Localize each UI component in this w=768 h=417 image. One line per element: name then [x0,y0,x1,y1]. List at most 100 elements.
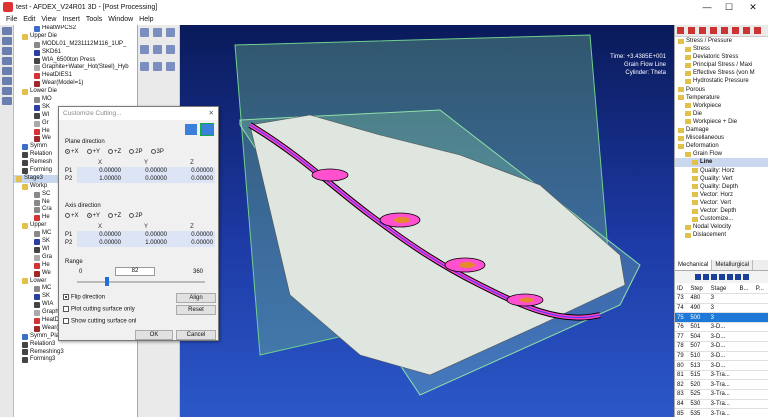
result-tree-item[interactable]: Stress / Pressure [675,37,768,45]
result-tool-icon[interactable] [743,27,750,34]
result-tool-icon[interactable] [754,27,761,34]
cut-tool-icon[interactable] [185,124,198,135]
result-tree-item[interactable]: Porous [675,86,768,94]
result-tree-item[interactable]: Deviatoric Stress [675,53,768,61]
result-tree-item[interactable]: Quality: Depth [675,183,768,191]
result-tool-icon[interactable] [677,27,684,34]
coordinate-cell[interactable]: 0.00000 [123,167,169,175]
cut-tool-active-icon[interactable] [200,123,214,136]
prev-step-icon[interactable] [703,274,709,280]
result-tool-icon[interactable] [721,27,728,34]
col-step[interactable]: Step [688,284,709,295]
view-tool-icon[interactable] [153,45,162,54]
tool-icon[interactable] [2,57,12,65]
tree-item[interactable]: MO [14,96,137,104]
tool-icon[interactable] [2,67,12,75]
result-tree-item[interactable]: Dislacement [675,231,768,239]
tree-item[interactable]: MODL01_M231112M116_1UP_ [14,41,137,49]
tool-icon[interactable] [2,47,12,55]
3d-viewport[interactable]: Time: +3.4385E+001 Grain Flow Line Cylin… [180,25,674,417]
tree-item[interactable]: WIA_6500ton Press [14,57,137,65]
table-row[interactable]: 75 500 3 [675,312,768,323]
tab-mechanical[interactable]: Mechanical [675,260,713,270]
coordinate-cell[interactable]: 0.00000 [169,175,215,183]
radio-option[interactable]: +X [65,213,79,219]
range-input[interactable]: 82 [115,267,155,276]
view-tool-icon[interactable] [153,28,162,37]
result-tree-item[interactable]: Damage [675,126,768,134]
tree-item[interactable]: HeatDIES1 [14,72,137,80]
stop-icon[interactable] [719,274,725,280]
radio-option[interactable]: 2P [129,213,143,219]
result-tool-icon[interactable] [688,27,695,34]
view-tool-icon[interactable] [166,62,175,71]
minimize-button[interactable]: — [696,0,718,14]
view-tool-icon[interactable] [140,62,149,71]
table-row[interactable]: 73 480 3 [675,293,768,304]
radio-option[interactable]: 2P [129,149,143,155]
table-row[interactable]: 79 510 3-D... [675,351,768,362]
result-tree-item[interactable]: Nodal Velocity [675,223,768,231]
table-row[interactable]: 82 520 3-Tra... [675,379,768,391]
result-tree-item[interactable]: Workpiece + Die [675,118,768,126]
radio-option[interactable]: +Y [86,213,100,219]
result-tree-item[interactable]: Vector: Horz [675,191,768,199]
result-tree-item[interactable]: Workpiece [675,102,768,110]
col-id[interactable]: ID [675,284,689,295]
menu-help[interactable]: Help [139,16,153,23]
coordinate-cell[interactable]: 0.00000 [77,167,123,175]
col-stage[interactable]: Stage [708,284,738,295]
reset-button[interactable]: Reset [176,305,216,315]
table-row[interactable]: 80 513 3-D... [675,360,768,371]
col-p[interactable]: P... [753,284,768,295]
cancel-button[interactable]: Cancel [176,330,216,340]
view-tool-icon[interactable] [166,28,175,37]
radio-option[interactable]: +Z [108,149,121,155]
coordinate-cell[interactable]: 0.00000 [169,167,215,175]
first-step-icon[interactable] [695,274,701,280]
result-tree-item[interactable]: Hydrostatic Pressure [675,77,768,85]
menu-insert[interactable]: Insert [62,16,80,23]
menu-window[interactable]: Window [108,16,133,23]
menu-tools[interactable]: Tools [86,16,102,23]
coordinate-cell[interactable]: 1.00000 [123,239,169,247]
close-button[interactable]: ✕ [742,0,764,14]
coordinate-cell[interactable]: 0.00000 [77,239,123,247]
view-tool-icon[interactable] [166,45,175,54]
last-step-icon[interactable] [743,274,749,280]
coordinate-cell[interactable]: 0.00000 [169,231,215,239]
coordinate-cell[interactable]: 0.00000 [123,175,169,183]
tree-item[interactable]: Upper Die [14,33,137,41]
tool-icon[interactable] [2,97,12,105]
result-tree-item[interactable]: Temperature [675,94,768,102]
tab-metallurgical[interactable]: Metallurgical [712,260,754,270]
result-tool-icon[interactable] [710,27,717,34]
align-button[interactable]: Align [176,293,216,303]
table-row[interactable]: 77 504 3-D... [675,331,768,343]
result-tree-item[interactable]: Principal Stress / Maxi [675,61,768,69]
menu-edit[interactable]: Edit [23,16,35,23]
result-tree-item[interactable]: Vector: Depth [675,207,768,215]
tree-item[interactable]: Graphite+Water_Hot(Steel)_Hyb [14,64,137,72]
show-cutting-checkbox[interactable]: Show cutting surface onl [63,318,136,325]
range-slider-track[interactable] [77,281,205,283]
dialog-close-icon[interactable]: ✕ [209,107,214,120]
result-tree-item[interactable]: Miscellaneous [675,134,768,142]
radio-option[interactable]: +Y [86,149,100,155]
col-b[interactable]: B... [737,284,754,295]
range-slider-thumb[interactable] [105,277,109,286]
radio-option[interactable]: 3P [150,149,164,155]
tool-icon[interactable] [2,77,12,85]
table-row[interactable]: 84 530 3-Tra... [675,399,768,410]
tree-item[interactable]: Lower Die [14,88,137,96]
coordinate-cell[interactable]: 0.00000 [169,239,215,247]
play-icon[interactable] [727,274,733,280]
table-row[interactable]: 85 535 3-Tra... [675,408,768,417]
coordinate-cell[interactable]: 1.00000 [77,175,123,183]
result-tool-icon[interactable] [699,27,706,34]
tool-icon[interactable] [2,87,12,95]
result-tree-item[interactable]: Quality: Horz [675,167,768,175]
result-tree-item[interactable]: Line [675,158,768,167]
tool-icon[interactable] [2,37,12,45]
tree-item[interactable]: SKD61 [14,49,137,57]
